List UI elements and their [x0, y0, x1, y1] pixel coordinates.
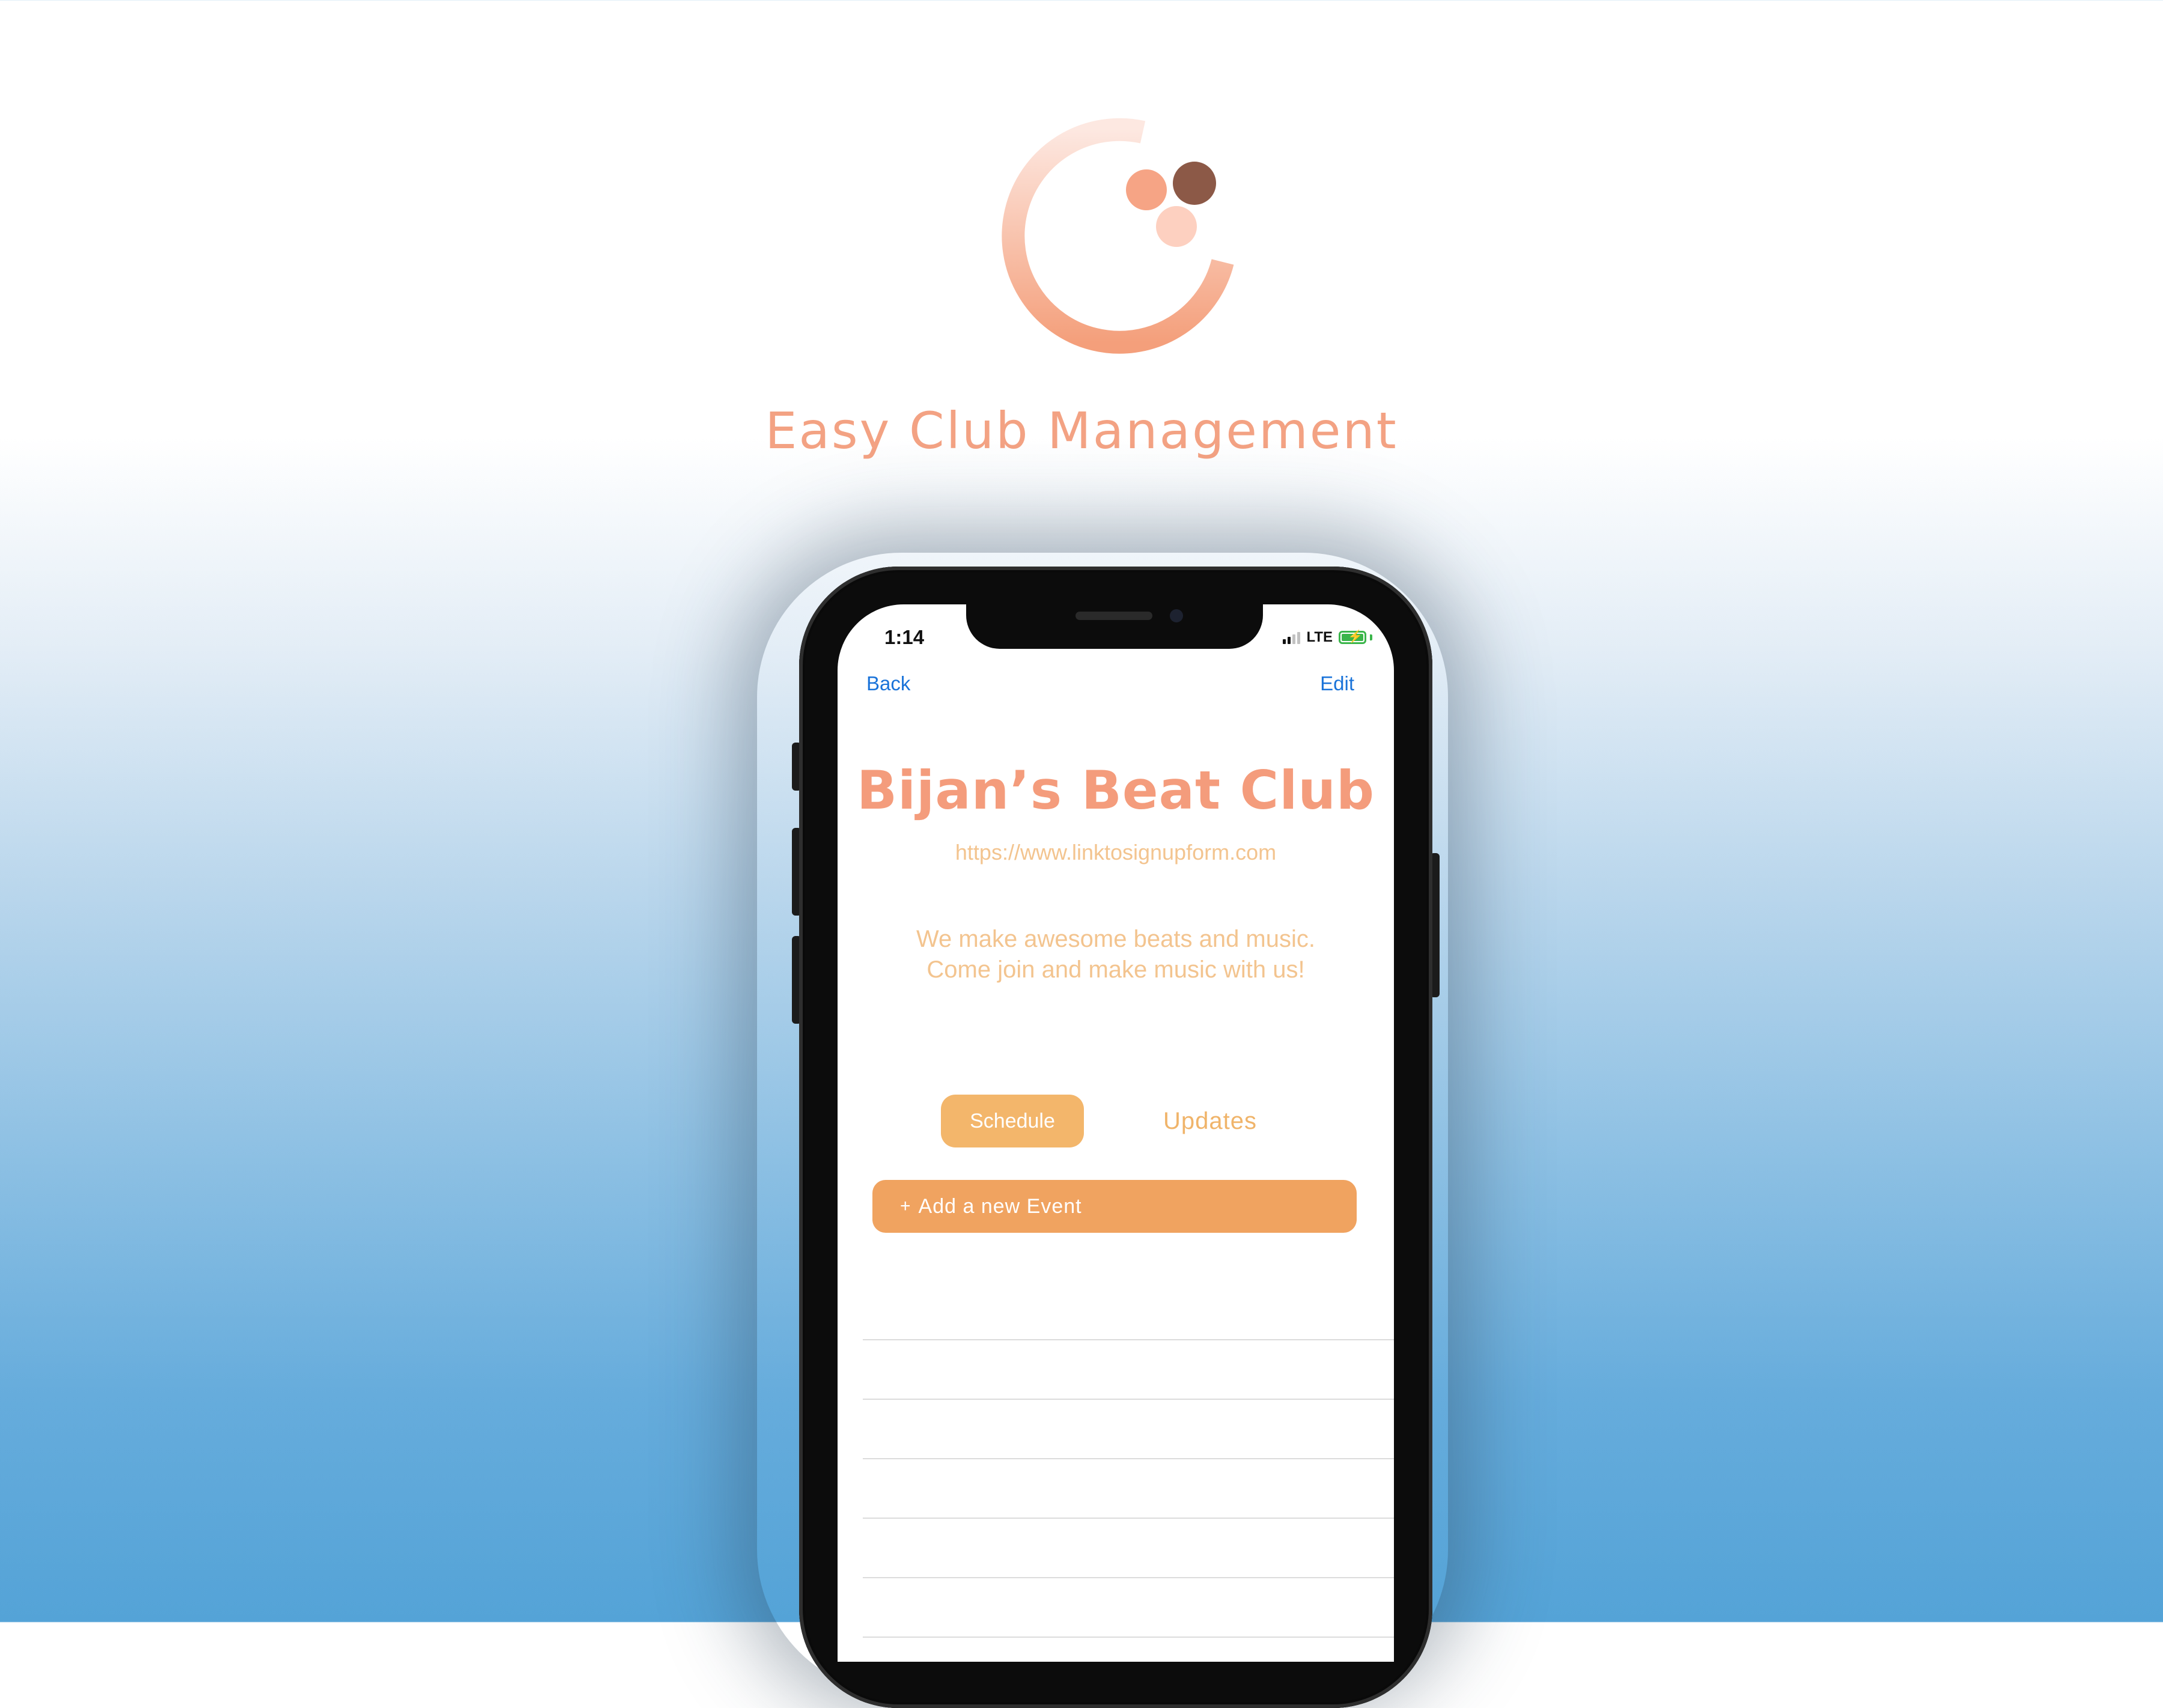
- list-item[interactable]: [863, 1459, 1394, 1519]
- plus-icon: +: [900, 1196, 911, 1216]
- network-label: LTE: [1306, 629, 1333, 645]
- tagline: Easy Club Management: [765, 401, 1398, 460]
- tab-schedule[interactable]: Schedule: [941, 1095, 1084, 1147]
- battery-icon: ⚡: [1339, 630, 1366, 644]
- battery-tip: [1370, 634, 1372, 640]
- add-event-label: Add a new Event: [918, 1194, 1082, 1218]
- charging-bolt-icon: ⚡: [1348, 630, 1363, 643]
- phone-notch: [966, 600, 1263, 649]
- logo-dot-pale: [1156, 206, 1197, 247]
- list-item[interactable]: [863, 1519, 1394, 1578]
- speaker-grille: [1075, 612, 1152, 620]
- list-item[interactable]: [863, 1400, 1394, 1459]
- phone-screen: 1:14 LTE ⚡ Back Edit Bijan’s Beat Club h…: [838, 604, 1394, 1662]
- logo-dot-salmon: [1126, 169, 1167, 210]
- event-list: [863, 1281, 1394, 1638]
- club-description: We make awesome beats and music. Come jo…: [916, 926, 1315, 983]
- signal-icon: [1283, 631, 1301, 644]
- list-item[interactable]: [863, 1578, 1394, 1638]
- signup-link[interactable]: https://www.linktosignupform.com: [838, 840, 1394, 865]
- status-time: 1:14: [884, 626, 925, 648]
- edit-button[interactable]: Edit: [1320, 672, 1354, 695]
- app-logo: [1002, 118, 1234, 354]
- club-title: Bijan’s Beat Club: [856, 759, 1375, 821]
- logo-dot-brown: [1173, 162, 1216, 205]
- add-event-button[interactable]: + Add a new Event: [872, 1180, 1357, 1233]
- front-camera: [1170, 609, 1183, 622]
- tab-updates[interactable]: Updates: [1144, 1095, 1276, 1147]
- status-indicators: LTE ⚡: [1283, 628, 1372, 646]
- list-item[interactable]: [863, 1340, 1394, 1400]
- back-button[interactable]: Back: [866, 672, 910, 695]
- list-item[interactable]: [863, 1281, 1394, 1340]
